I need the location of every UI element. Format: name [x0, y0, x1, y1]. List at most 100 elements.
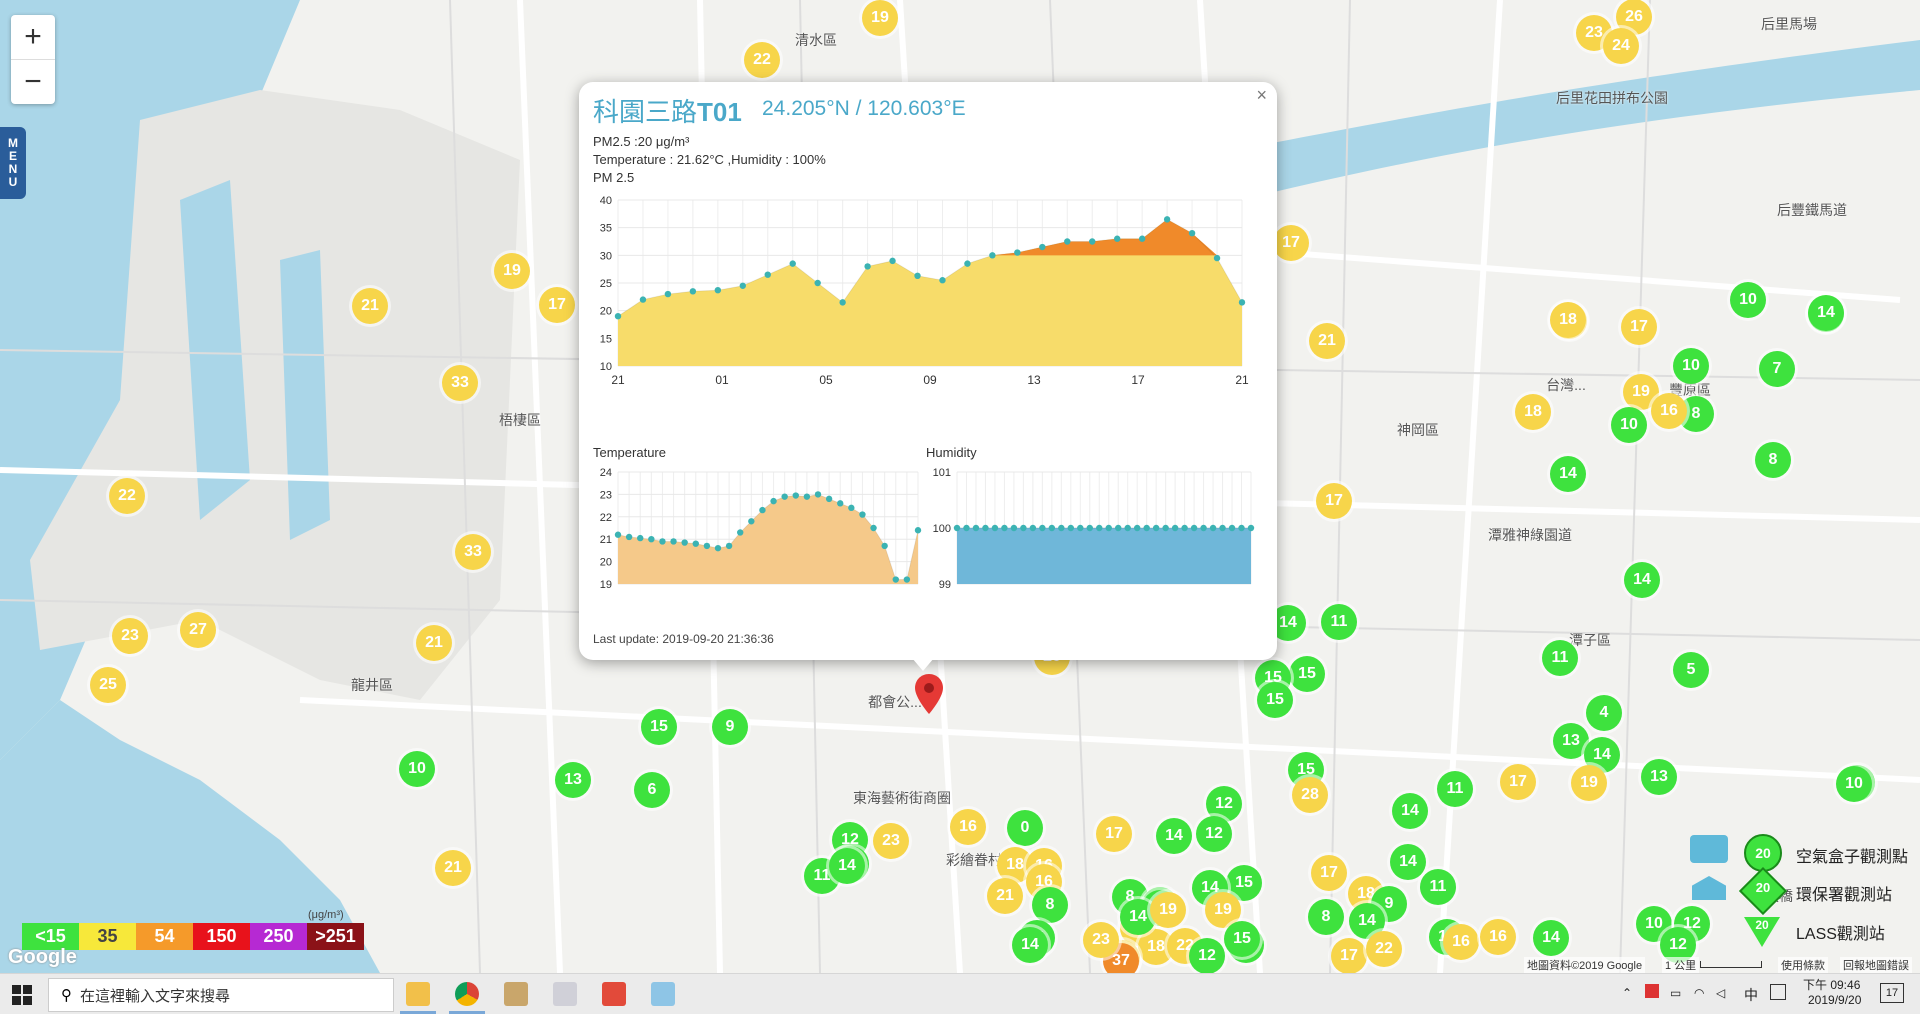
airbox-marker[interactable]: 21 [1309, 323, 1345, 359]
airbox-marker[interactable]: 14 [1550, 456, 1586, 492]
tray-overflow-icon[interactable]: ⌃ [1622, 986, 1632, 1000]
airbox-marker[interactable]: 21 [416, 625, 452, 661]
data-point [781, 493, 788, 500]
station-popup: × 科園三路T01 24.205°N / 120.603°E PM2.5 :20… [579, 82, 1277, 660]
airbox-marker[interactable]: 18 [1550, 302, 1586, 338]
zoom-out-button[interactable]: − [11, 59, 55, 104]
tray-battery-icon[interactable]: ▭ [1670, 986, 1681, 1000]
airbox-marker[interactable]: 27 [180, 612, 216, 648]
airbox-marker[interactable]: 33 [442, 365, 478, 401]
airbox-marker[interactable]: 17 [1621, 309, 1657, 345]
map-canvas[interactable]: 清水區 后里馬場 后里花田拼布公園 后豐鐵馬道 梧棲區 神岡區 潭雅神綠園道 台灣... 龍井區… [0, 0, 1920, 973]
airbox-marker[interactable]: 7 [1759, 351, 1795, 387]
airbox-marker[interactable]: 25 [90, 667, 126, 703]
airbox-marker[interactable]: 11 [1420, 869, 1456, 905]
airbox-marker[interactable]: 13 [555, 762, 591, 798]
airbox-marker[interactable]: 28 [1292, 777, 1328, 813]
airbox-marker[interactable]: 17 [1316, 483, 1352, 519]
airbox-marker[interactable]: 13 [1641, 759, 1677, 795]
airbox-marker[interactable]: 17 [1500, 764, 1536, 800]
airbox-marker[interactable]: 22 [1366, 931, 1402, 967]
airbox-marker[interactable]: 10 [1730, 282, 1766, 318]
airbox-marker[interactable]: 14 [1808, 295, 1844, 331]
airbox-marker[interactable]: 16 [1443, 924, 1479, 960]
airbox-marker[interactable]: 12 [1189, 938, 1225, 973]
tray-network-icon[interactable]: ◠ [1694, 986, 1704, 1000]
airbox-marker[interactable]: 14 [829, 848, 865, 884]
clock-time[interactable]: 下午 09:46 [1803, 976, 1860, 993]
airbox-marker[interactable]: 14 [1392, 793, 1428, 829]
airbox-marker[interactable]: 11 [1437, 771, 1473, 807]
airbox-marker[interactable]: 10 [399, 751, 435, 787]
airbox-marker[interactable]: 22 [744, 42, 780, 78]
tray-input-icon[interactable] [1770, 984, 1786, 1000]
app-icon-paint[interactable] [504, 982, 528, 1006]
ime-indicator[interactable]: 中 [1744, 985, 1758, 1005]
app-icon-notepad[interactable] [651, 982, 675, 1006]
tray-shield-icon[interactable] [1645, 984, 1659, 998]
airbox-marker[interactable]: 23 [1083, 922, 1119, 958]
tray-volume-icon[interactable]: ◁ [1716, 986, 1725, 1000]
airbox-marker[interactable]: 21 [435, 850, 471, 886]
zoom-in-button[interactable]: + [11, 15, 55, 59]
airbox-marker[interactable]: 16 [1480, 919, 1516, 955]
report-map-error-link[interactable]: 回報地圖錯誤 [1840, 957, 1912, 973]
airbox-marker[interactable]: 0 [1007, 810, 1043, 846]
airbox-marker[interactable]: 8 [1032, 887, 1068, 923]
airbox-marker[interactable]: 15 [641, 709, 677, 745]
airbox-marker[interactable]: 23 [873, 823, 909, 859]
airbox-marker[interactable]: 33 [455, 534, 491, 570]
airbox-marker[interactable]: 15 [1224, 921, 1260, 957]
airbox-marker[interactable]: 6 [634, 772, 670, 808]
airbox-marker[interactable]: 22 [109, 478, 145, 514]
airbox-marker[interactable]: 10 [1611, 407, 1647, 443]
airbox-marker[interactable]: 16 [1651, 393, 1687, 429]
terms-link[interactable]: 使用條款 [1778, 957, 1828, 973]
airbox-marker[interactable]: 8 [1308, 899, 1344, 935]
airbox-marker[interactable]: 16 [950, 809, 986, 845]
airbox-marker[interactable]: 17 [539, 287, 575, 323]
windows-start-icon[interactable] [12, 985, 32, 1005]
airbox-marker[interactable]: 21 [352, 288, 388, 324]
data-point [903, 576, 911, 583]
chrome-icon[interactable] [455, 982, 479, 1006]
clock-date[interactable]: 2019/9/20 [1808, 993, 1861, 1007]
airbox-marker[interactable]: 15 [1289, 656, 1325, 692]
app-icon-palette[interactable] [553, 982, 577, 1006]
airbox-marker[interactable]: 9 [712, 709, 748, 745]
airbox-marker[interactable]: 11 [1542, 640, 1578, 676]
airbox-marker[interactable]: 8 [1755, 442, 1791, 478]
file-explorer-icon[interactable] [406, 982, 430, 1006]
airbox-marker[interactable]: 17 [1331, 938, 1367, 973]
airbox-marker[interactable]: 14 [1390, 844, 1426, 880]
app-icon-red[interactable] [602, 982, 626, 1006]
selected-location-pin[interactable] [915, 674, 943, 718]
notification-center-icon[interactable]: 17 [1880, 983, 1904, 1003]
menu-letter: U [8, 175, 18, 189]
airbox-marker[interactable]: 19 [494, 253, 530, 289]
airbox-marker[interactable]: 19 [1150, 892, 1186, 928]
airbox-marker[interactable]: 4 [1586, 695, 1622, 731]
airbox-marker[interactable]: 14 [1624, 562, 1660, 598]
airbox-marker[interactable]: 12 [1196, 816, 1232, 852]
airbox-marker[interactable]: 17 [1096, 816, 1132, 852]
airbox-marker[interactable]: 11 [1321, 604, 1357, 640]
airbox-marker[interactable]: 23 [112, 618, 148, 654]
airbox-marker[interactable]: 19 [1571, 765, 1607, 801]
popup-close-button[interactable]: × [1256, 85, 1267, 106]
airbox-marker[interactable]: 21 [987, 878, 1023, 914]
airbox-marker[interactable]: 17 [1311, 855, 1347, 891]
airbox-marker[interactable]: 5 [1673, 652, 1709, 688]
airbox-marker[interactable]: 18 [1515, 394, 1551, 430]
airbox-marker[interactable]: 19 [862, 0, 898, 36]
airbox-marker[interactable]: 17 [1273, 225, 1309, 261]
airbox-marker[interactable]: 10 [1836, 766, 1872, 802]
airbox-marker[interactable]: 24 [1603, 28, 1639, 64]
airbox-marker[interactable]: 15 [1257, 682, 1293, 718]
airbox-marker[interactable]: 14 [1012, 927, 1048, 963]
airbox-marker[interactable]: 14 [1156, 818, 1192, 854]
airbox-marker[interactable]: 10 [1673, 348, 1709, 384]
taskbar-search-box[interactable]: ⚲ 在這裡輸入文字來搜尋 [48, 978, 394, 1012]
menu-tab[interactable]: M E N U [0, 127, 26, 199]
airbox-marker[interactable]: 14 [1533, 920, 1569, 956]
